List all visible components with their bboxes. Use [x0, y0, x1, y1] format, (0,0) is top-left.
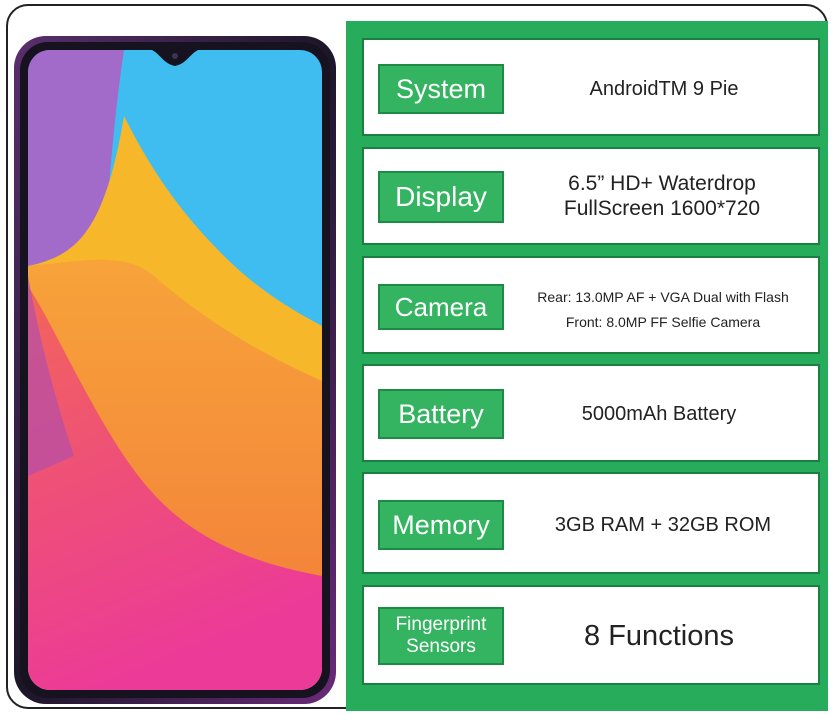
- spec-value-fingerprint: 8 Functions: [584, 620, 734, 652]
- spec-label-camera: Camera: [378, 284, 504, 330]
- spec-row-display: Display 6.5” HD+ Waterdrop FullScreen 16…: [362, 147, 820, 245]
- spec-row-fingerprint: Fingerprint Sensors 8 Functions: [362, 585, 820, 685]
- spec-label-battery: Battery: [378, 389, 504, 439]
- spec-value-battery: 5000mAh Battery: [581, 403, 737, 425]
- spec-label-display: Display: [378, 171, 504, 223]
- spec-label-fingerprint: Fingerprint Sensors: [378, 607, 504, 665]
- spec-row-camera: Camera Rear: 13.0MP AF + VGA Dual with F…: [362, 256, 820, 354]
- spec-value-memory: 3GB RAM + 32GB ROM: [554, 514, 772, 536]
- phone-image: [14, 36, 336, 704]
- spec-value-camera: Rear: 13.0MP AF + VGA Dual with Flash Fr…: [537, 289, 789, 330]
- spec-row-memory: Memory 3GB RAM + 32GB ROM: [362, 472, 820, 574]
- spec-row-system: System AndroidTM 9 Pie: [362, 38, 820, 136]
- spec-label-memory: Memory: [378, 500, 504, 550]
- spec-label-system: System: [378, 64, 504, 114]
- spec-value-system: AndroidTM 9 Pie: [589, 78, 739, 100]
- spec-row-battery: Battery 5000mAh Battery: [362, 364, 820, 462]
- spec-value-display: 6.5” HD+ Waterdrop FullScreen 1600*720: [563, 172, 761, 220]
- spec-panel: System AndroidTM 9 Pie Display 6.5” HD+ …: [346, 21, 828, 711]
